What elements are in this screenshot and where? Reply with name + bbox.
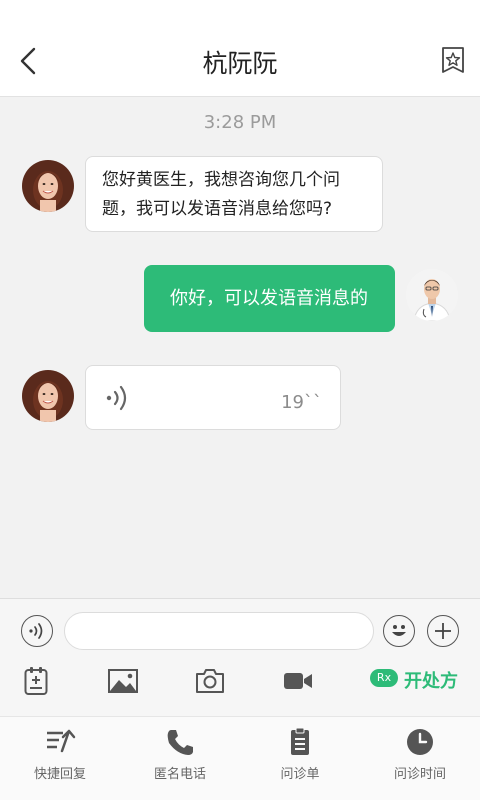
patient-avatar[interactable] xyxy=(22,160,74,212)
video-call-button[interactable] xyxy=(283,671,313,701)
doctor-avatar-image xyxy=(406,269,458,321)
camera-button[interactable] xyxy=(195,668,225,698)
patient-avatar-image xyxy=(22,160,74,212)
outgoing-message-bubble[interactable]: 你好，可以发语音消息的 xyxy=(144,265,395,332)
patient-avatar[interactable] xyxy=(22,370,74,422)
prescribe-button[interactable]: 开处方 xyxy=(404,667,458,693)
plus-icon xyxy=(435,623,451,639)
tab-anonymous-call[interactable]: 匿名电话 xyxy=(120,717,240,800)
favorite-button[interactable] xyxy=(440,46,466,74)
tab-label: 问诊时间 xyxy=(393,767,446,782)
emoji-icon xyxy=(392,625,406,636)
tab-consultation-form[interactable]: 问诊单 xyxy=(240,717,360,800)
top-navigation-bar: 杭阮阮 xyxy=(0,0,480,97)
add-attachment-button[interactable] xyxy=(427,615,459,647)
incoming-voice-message[interactable]: 19`` xyxy=(85,365,341,430)
image-icon xyxy=(108,669,138,693)
clipboard-icon xyxy=(291,727,309,755)
page-title: 杭阮阮 xyxy=(202,49,278,78)
video-icon xyxy=(284,673,312,689)
bottom-tab-bar: 快捷回复 匿名电话 问诊单 问诊时间 xyxy=(0,716,480,800)
message-input[interactable] xyxy=(64,612,374,650)
prescription-badge[interactable]: Rx xyxy=(370,669,398,687)
star-bookmark-icon xyxy=(442,47,464,73)
clock-icon xyxy=(407,729,433,755)
send-image-button[interactable] xyxy=(108,669,138,699)
phone-icon xyxy=(167,730,193,755)
voice-toggle-icon xyxy=(29,623,43,639)
camera-icon xyxy=(196,669,224,693)
voice-toggle-button[interactable] xyxy=(21,615,53,647)
emoji-button[interactable] xyxy=(383,615,415,647)
message-timestamp: 3:28 PM xyxy=(203,112,277,133)
patient-avatar-image xyxy=(22,370,74,422)
message-text: 你好，可以发语音消息的 xyxy=(170,288,368,309)
medical-record-button[interactable] xyxy=(24,666,48,696)
tab-label: 匿名电话 xyxy=(153,767,206,782)
tab-label: 问诊单 xyxy=(280,767,320,782)
message-text-line: 题，我可以发语音消息给您吗? xyxy=(102,199,333,219)
voice-wave-icon xyxy=(106,385,127,411)
incoming-message-bubble[interactable]: 您好黄医生，我想咨询您几个问 题，我可以发语音消息给您吗? xyxy=(85,156,383,232)
clipboard-add-icon xyxy=(24,667,48,695)
voice-duration: 19`` xyxy=(281,392,322,413)
doctor-avatar[interactable] xyxy=(406,269,458,321)
tab-label: 快捷回复 xyxy=(33,767,86,782)
tab-quick-reply[interactable]: 快捷回复 xyxy=(0,717,120,800)
message-text-line: 您好黄医生，我想咨询您几个问 xyxy=(102,170,340,190)
message-input-area: Rx 开处方 xyxy=(0,598,480,716)
tab-consultation-time[interactable]: 问诊时间 xyxy=(360,717,480,800)
quick-reply-icon xyxy=(47,729,76,753)
